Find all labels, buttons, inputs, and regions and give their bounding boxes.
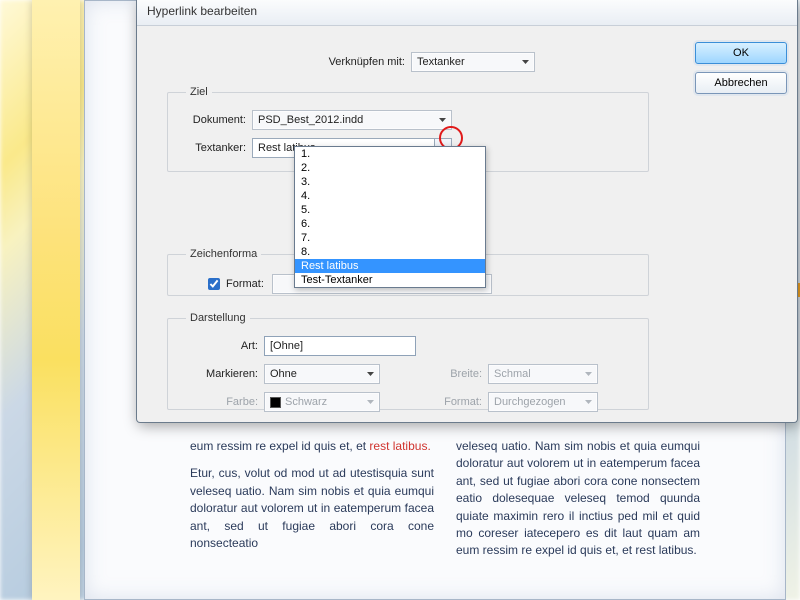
format-label: Format:	[226, 278, 264, 290]
color-combo: Schwarz	[264, 392, 380, 412]
charstyle-legend: Zeichenforma	[186, 248, 261, 260]
document-value: PSD_Best_2012.indd	[258, 114, 363, 126]
chevron-down-icon	[434, 111, 451, 129]
dialog-titlebar[interactable]: Hyperlink bearbeiten	[137, 0, 797, 26]
dropdown-option[interactable]: 7.	[295, 231, 485, 245]
color-swatch	[270, 397, 281, 408]
document-label: Dokument:	[180, 114, 246, 126]
dropdown-option[interactable]: 6.	[295, 217, 485, 231]
textanchor-dropdown-list[interactable]: 1.2.3.4.5.6.7.8.Rest latibusTest-Textank…	[294, 146, 486, 288]
art-combo[interactable]: [Ohne]	[264, 336, 416, 356]
width-label: Breite:	[386, 368, 482, 380]
dropdown-option[interactable]: 1.	[295, 147, 485, 161]
mark-combo[interactable]: Ohne	[264, 364, 380, 384]
style-value: Durchgezogen	[494, 396, 566, 408]
chevron-down-icon	[517, 53, 534, 71]
mark-label: Markieren:	[180, 368, 258, 380]
appearance-group: Darstellung Art: [Ohne] Markieren: Ohne …	[167, 312, 649, 410]
style-label: Format:	[386, 396, 482, 408]
dropdown-option[interactable]: 3.	[295, 175, 485, 189]
dialog-title: Hyperlink bearbeiten	[147, 4, 257, 18]
style-combo: Durchgezogen	[488, 392, 598, 412]
mark-value: Ohne	[270, 368, 297, 380]
hyperlinked-text[interactable]: rest latibus.	[369, 439, 430, 453]
format-checkbox[interactable]	[208, 278, 220, 290]
chevron-down-icon	[362, 365, 379, 383]
link-with-combo[interactable]: Textanker	[411, 52, 535, 72]
dropdown-option[interactable]: 2.	[295, 161, 485, 175]
textanchor-label: Textanker:	[180, 142, 246, 154]
color-value: Schwarz	[285, 396, 327, 408]
appearance-legend: Darstellung	[186, 312, 250, 324]
cancel-button[interactable]: Abbrechen	[695, 72, 787, 94]
target-legend: Ziel	[186, 86, 212, 98]
art-label: Art:	[180, 340, 258, 352]
color-label: Farbe:	[180, 396, 258, 408]
page-edge-strip	[32, 0, 80, 600]
dropdown-option[interactable]: Test-Textanker	[295, 273, 485, 287]
link-with-label: Verknüpfen mit:	[317, 56, 405, 68]
dropdown-option[interactable]: Rest latibus	[295, 259, 485, 273]
dropdown-option[interactable]: 8.	[295, 245, 485, 259]
dropdown-option[interactable]: 5.	[295, 203, 485, 217]
document-combo[interactable]: PSD_Best_2012.indd	[252, 110, 452, 130]
art-value: [Ohne]	[270, 340, 303, 352]
link-with-value: Textanker	[417, 56, 465, 68]
width-value: Schmal	[494, 368, 531, 380]
document-body-text: eum ressim re expel id quis et, et rest …	[190, 438, 700, 560]
dropdown-option[interactable]: 4.	[295, 189, 485, 203]
chevron-down-icon	[580, 365, 597, 383]
chevron-down-icon	[580, 393, 597, 411]
edit-hyperlink-dialog: Hyperlink bearbeiten OK Abbrechen Verknü…	[136, 0, 798, 423]
chevron-down-icon	[362, 393, 379, 411]
ok-button[interactable]: OK	[695, 42, 787, 64]
width-combo: Schmal	[488, 364, 598, 384]
